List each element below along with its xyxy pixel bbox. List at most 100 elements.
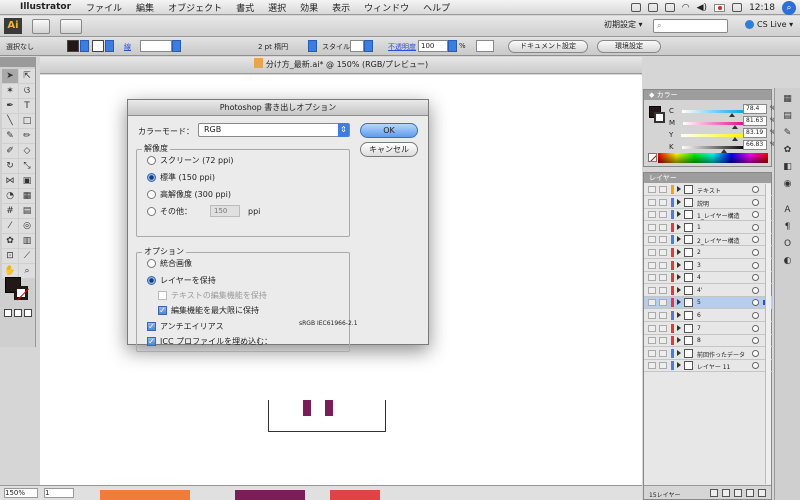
target-icon[interactable] bbox=[752, 312, 759, 319]
layer-name[interactable]: 1 bbox=[697, 224, 701, 231]
fill-dropdown[interactable] bbox=[80, 40, 89, 52]
none-swatch[interactable] bbox=[648, 153, 657, 162]
stroke-width-dropdown[interactable] bbox=[172, 40, 181, 52]
pen-tool-icon[interactable]: ✒ bbox=[2, 99, 18, 113]
mesh-tool-icon[interactable]: # bbox=[2, 204, 18, 218]
lock-toggle-icon[interactable] bbox=[659, 186, 667, 193]
target-icon[interactable] bbox=[752, 274, 759, 282]
visibility-toggle-icon[interactable] bbox=[648, 349, 656, 357]
channel-slider-knob[interactable] bbox=[731, 136, 738, 141]
layer-row[interactable]: 7 bbox=[644, 323, 773, 335]
lock-toggle-icon[interactable] bbox=[659, 223, 667, 231]
menu-edit[interactable]: 編集 bbox=[136, 1, 154, 14]
antialias-option[interactable]: ✓ アンチエイリアス bbox=[147, 321, 224, 332]
symbol-sprayer-tool-icon[interactable]: ✿ bbox=[2, 234, 18, 248]
channel-slider-knob[interactable] bbox=[729, 112, 736, 117]
blend-tool-icon[interactable]: ◎ bbox=[19, 219, 35, 233]
layer-row[interactable]: 2 bbox=[644, 247, 773, 259]
new-layer-button[interactable] bbox=[746, 489, 754, 497]
layer-row[interactable]: 説明 bbox=[644, 197, 773, 209]
visibility-toggle-icon[interactable] bbox=[648, 249, 656, 256]
layer-row[interactable]: レイヤー 11 bbox=[644, 360, 773, 373]
channel-value-field[interactable]: 66.83 bbox=[743, 140, 767, 150]
rotate-tool-icon[interactable]: ↻ bbox=[2, 159, 18, 173]
max-editability-checkbox[interactable]: ✓ bbox=[158, 306, 167, 315]
line-tool-icon[interactable]: ╲ bbox=[2, 114, 18, 128]
expand-triangle-icon[interactable] bbox=[677, 349, 681, 356]
artwork[interactable] bbox=[268, 400, 386, 432]
layer-name[interactable]: テキスト bbox=[697, 186, 721, 195]
stroke-link[interactable]: 線 bbox=[124, 42, 131, 52]
target-icon[interactable] bbox=[752, 337, 759, 345]
visibility-toggle-icon[interactable] bbox=[648, 324, 656, 332]
none-button[interactable] bbox=[24, 309, 32, 317]
expand-triangle-icon[interactable] bbox=[677, 198, 681, 205]
resolution-screen-radio[interactable] bbox=[147, 156, 156, 165]
locate-object-button[interactable] bbox=[710, 489, 718, 497]
layer-name[interactable]: 8 bbox=[697, 337, 701, 344]
bridge-button[interactable] bbox=[32, 19, 50, 34]
menu-window[interactable]: ウィンドウ bbox=[364, 1, 409, 14]
target-icon[interactable] bbox=[752, 249, 759, 256]
resolution-medium-radio[interactable] bbox=[147, 173, 156, 182]
hand-tool-icon[interactable]: ✋ bbox=[2, 264, 18, 278]
cs-live-button[interactable]: CS Live ▾ bbox=[745, 20, 793, 29]
recolor-button[interactable] bbox=[476, 40, 494, 52]
time-machine-icon[interactable] bbox=[664, 3, 675, 12]
expand-triangle-icon[interactable] bbox=[677, 286, 681, 293]
workspace-switcher[interactable]: 初期設定 ▾ bbox=[604, 19, 643, 30]
target-icon[interactable] bbox=[752, 261, 759, 269]
brush-dropdown[interactable] bbox=[308, 40, 317, 52]
free-transform-tool-icon[interactable]: ▣ bbox=[19, 174, 35, 188]
stroke-color-box[interactable] bbox=[14, 286, 28, 300]
target-icon[interactable] bbox=[752, 362, 759, 370]
expand-triangle-icon[interactable] bbox=[677, 312, 681, 318]
zoom-field[interactable]: 150% bbox=[4, 488, 38, 498]
layers-panel-header[interactable]: レイヤー bbox=[644, 173, 771, 183]
lock-toggle-icon[interactable] bbox=[659, 211, 667, 219]
volume-icon[interactable]: ◀) bbox=[697, 3, 707, 13]
visibility-toggle-icon[interactable] bbox=[648, 211, 656, 219]
layer-row[interactable]: 4 bbox=[644, 272, 773, 285]
eraser-tool-icon[interactable]: ◇ bbox=[19, 144, 35, 158]
opacity-link[interactable]: 不透明度 bbox=[388, 42, 416, 52]
channel-slider[interactable] bbox=[681, 145, 746, 153]
stroke-swatch[interactable] bbox=[92, 40, 104, 52]
stroke-dropdown[interactable] bbox=[105, 40, 114, 52]
lock-toggle-icon[interactable] bbox=[659, 362, 667, 370]
expand-triangle-icon[interactable] bbox=[677, 362, 681, 369]
menu-object[interactable]: オブジェクト bbox=[168, 1, 222, 14]
color-spectrum[interactable] bbox=[658, 153, 768, 163]
fill-swatch[interactable] bbox=[67, 40, 79, 52]
battery-icon[interactable] bbox=[732, 3, 743, 12]
slice-tool-icon[interactable]: ⟋ bbox=[19, 249, 35, 263]
color-panel-header[interactable]: ◆ カラー bbox=[644, 90, 771, 100]
graphic-styles-icon[interactable]: ◧ bbox=[781, 161, 795, 173]
style-dropdown[interactable] bbox=[364, 40, 373, 52]
channel-slider-knob[interactable] bbox=[732, 124, 739, 129]
selection-tool-icon[interactable]: ➤ bbox=[2, 69, 18, 83]
layer-name[interactable]: 6 bbox=[697, 312, 701, 319]
clipping-mask-button[interactable] bbox=[722, 489, 730, 497]
lock-toggle-icon[interactable] bbox=[659, 261, 667, 269]
color-mode-select[interactable]: RGB bbox=[198, 123, 350, 137]
lock-toggle-icon[interactable] bbox=[659, 349, 667, 357]
shape-builder-tool-icon[interactable]: ◔ bbox=[2, 189, 18, 203]
resolution-high-radio[interactable] bbox=[147, 190, 156, 199]
expand-triangle-icon[interactable] bbox=[677, 249, 681, 255]
visibility-toggle-icon[interactable] bbox=[648, 274, 656, 282]
layer-name[interactable]: 1_レイヤー構造 bbox=[697, 211, 740, 220]
resolution-other-option[interactable]: その他： bbox=[147, 206, 192, 217]
preferences-button[interactable]: 環境設定 bbox=[597, 40, 661, 53]
visibility-toggle-icon[interactable] bbox=[648, 261, 656, 269]
direct-selection-tool-icon[interactable]: ⇱ bbox=[19, 69, 35, 83]
visibility-toggle-icon[interactable] bbox=[648, 337, 656, 345]
channel-value-field[interactable]: 83.19 bbox=[743, 128, 767, 138]
antialias-checkbox[interactable]: ✓ bbox=[147, 322, 156, 331]
layer-name[interactable]: 前回作ったデータ bbox=[697, 350, 745, 359]
blob-brush-tool-icon[interactable]: ✐ bbox=[2, 144, 18, 158]
lock-toggle-icon[interactable] bbox=[659, 274, 667, 282]
tools-panel-header[interactable] bbox=[0, 57, 35, 67]
ok-button[interactable]: OK bbox=[360, 123, 418, 138]
wifi-icon[interactable]: ◠ bbox=[682, 3, 690, 13]
